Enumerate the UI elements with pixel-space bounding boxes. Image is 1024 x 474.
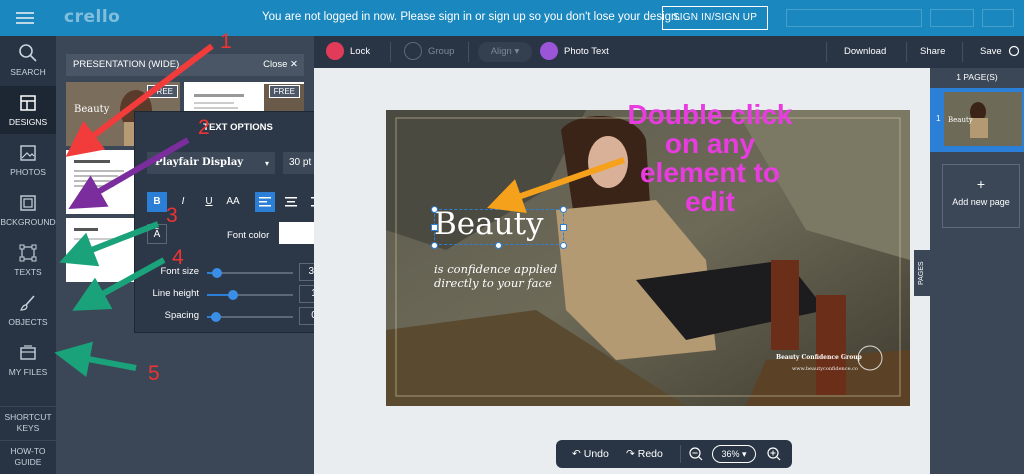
pages-panel: 1 PAGE(S) 1 Beauty + Add new page xyxy=(930,68,1024,474)
undo-icon: ↶ xyxy=(572,448,581,460)
zoom-out-icon xyxy=(689,447,703,461)
zoom-in-icon xyxy=(767,447,781,461)
page-thumbnail[interactable]: 1 Beauty xyxy=(930,88,1024,152)
step-number: 3 xyxy=(166,204,178,227)
step-number: 5 xyxy=(148,362,160,385)
arrow-5 xyxy=(54,341,137,378)
undo-label: Undo xyxy=(583,448,609,460)
step-number: 2 xyxy=(198,116,210,139)
undo-button[interactable]: ↶ Undo xyxy=(572,440,609,468)
step-number: 1 xyxy=(220,30,232,53)
redo-label: Redo xyxy=(637,448,663,460)
redo-icon: ↷ xyxy=(626,448,635,460)
page-preview-title: Beauty xyxy=(948,116,973,124)
annotation-arrows xyxy=(54,43,625,378)
add-page-label: Add new page xyxy=(952,197,1010,207)
zoom-value: 36% xyxy=(721,449,740,459)
zoom-level-dropdown[interactable]: 36% ▾ xyxy=(712,445,756,463)
arrow-4 xyxy=(72,257,166,311)
history-zoom-bar: ↶ Undo ↷ Redo 36% ▾ xyxy=(556,440,792,468)
arrow-2 xyxy=(68,137,190,209)
divider xyxy=(680,445,681,463)
page-count: 1 PAGE(S) xyxy=(956,72,998,82)
zoom-in-button[interactable] xyxy=(766,440,782,468)
page-number: 1 xyxy=(936,114,941,123)
page-preview-image: Beauty xyxy=(944,92,1022,146)
plus-icon: + xyxy=(976,176,986,192)
pages-panel-toggle[interactable]: PAGES xyxy=(914,250,930,296)
redo-button[interactable]: ↷ Redo xyxy=(626,440,663,468)
arrow-canvas xyxy=(487,157,625,214)
arrow-1 xyxy=(65,43,214,157)
add-page-button[interactable]: + Add new page xyxy=(942,164,1020,228)
zoom-out-button[interactable] xyxy=(688,440,704,468)
step-number: 4 xyxy=(172,246,184,269)
arrow-3 xyxy=(59,221,160,267)
